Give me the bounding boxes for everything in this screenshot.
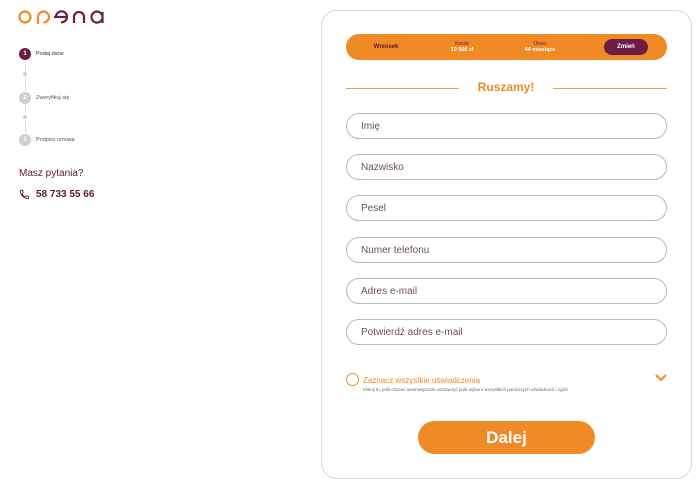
- phone-icon: [19, 189, 30, 200]
- next-button[interactable]: Dalej: [418, 421, 595, 454]
- step-connector: [24, 61, 26, 72]
- select-all-consents-hint: Kliknij tu, jeśli chcesz automatycznie z…: [363, 387, 569, 392]
- email-confirm-input[interactable]: [346, 319, 667, 345]
- pesel-input[interactable]: [346, 195, 667, 221]
- step-3: 3 Podpisz umowę: [19, 134, 75, 146]
- phone-number: 58 733 55 66: [36, 189, 95, 200]
- step-2-number: 2: [19, 92, 31, 104]
- phone-contact[interactable]: 58 733 55 66: [19, 189, 94, 200]
- summary-period-value: 44 miesiące: [524, 46, 556, 53]
- email-input[interactable]: [346, 278, 667, 304]
- opena-logo[interactable]: [18, 7, 110, 27]
- summary-amount: Kwota 10 000 zł: [438, 34, 486, 60]
- heading-divider-left: [346, 88, 459, 89]
- summary-period: Okres 44 miesiące: [512, 34, 568, 60]
- step-2-label: Zweryfikuj się: [36, 95, 70, 101]
- step-connector: [24, 105, 26, 114]
- select-all-consents-checkbox[interactable]: [346, 373, 359, 386]
- summary-amount-value: 10 000 zł: [450, 46, 474, 53]
- last-name-input[interactable]: [346, 154, 667, 180]
- step-dot: [23, 72, 27, 76]
- step-2: 2 Zweryfikuj się: [19, 92, 69, 104]
- step-connector: [24, 77, 26, 91]
- step-1: 1 Podaj dane: [19, 48, 64, 60]
- step-dot: [23, 115, 27, 119]
- heading-divider-right: [553, 88, 667, 89]
- select-all-consents-label[interactable]: Zaznacz wszystkie oświadczenia: [363, 376, 480, 385]
- questions-heading: Masz pytania?: [19, 168, 84, 179]
- summary-wniosek: Wniosek: [366, 34, 406, 60]
- step-1-number: 1: [19, 48, 31, 60]
- chevron-down-icon[interactable]: [655, 373, 667, 383]
- step-connector: [24, 120, 26, 133]
- logo-graphic: [18, 10, 104, 24]
- step-1-label: Podaj dane: [36, 51, 64, 57]
- summary-wniosek-label: Wniosek: [373, 44, 399, 50]
- phone-input[interactable]: [346, 237, 667, 263]
- step-3-label: Podpisz umowę: [36, 137, 75, 143]
- first-name-input[interactable]: [346, 113, 667, 139]
- change-button[interactable]: Zmień: [604, 39, 648, 55]
- form-heading: Ruszamy!: [477, 80, 535, 94]
- step-3-number: 3: [19, 134, 31, 146]
